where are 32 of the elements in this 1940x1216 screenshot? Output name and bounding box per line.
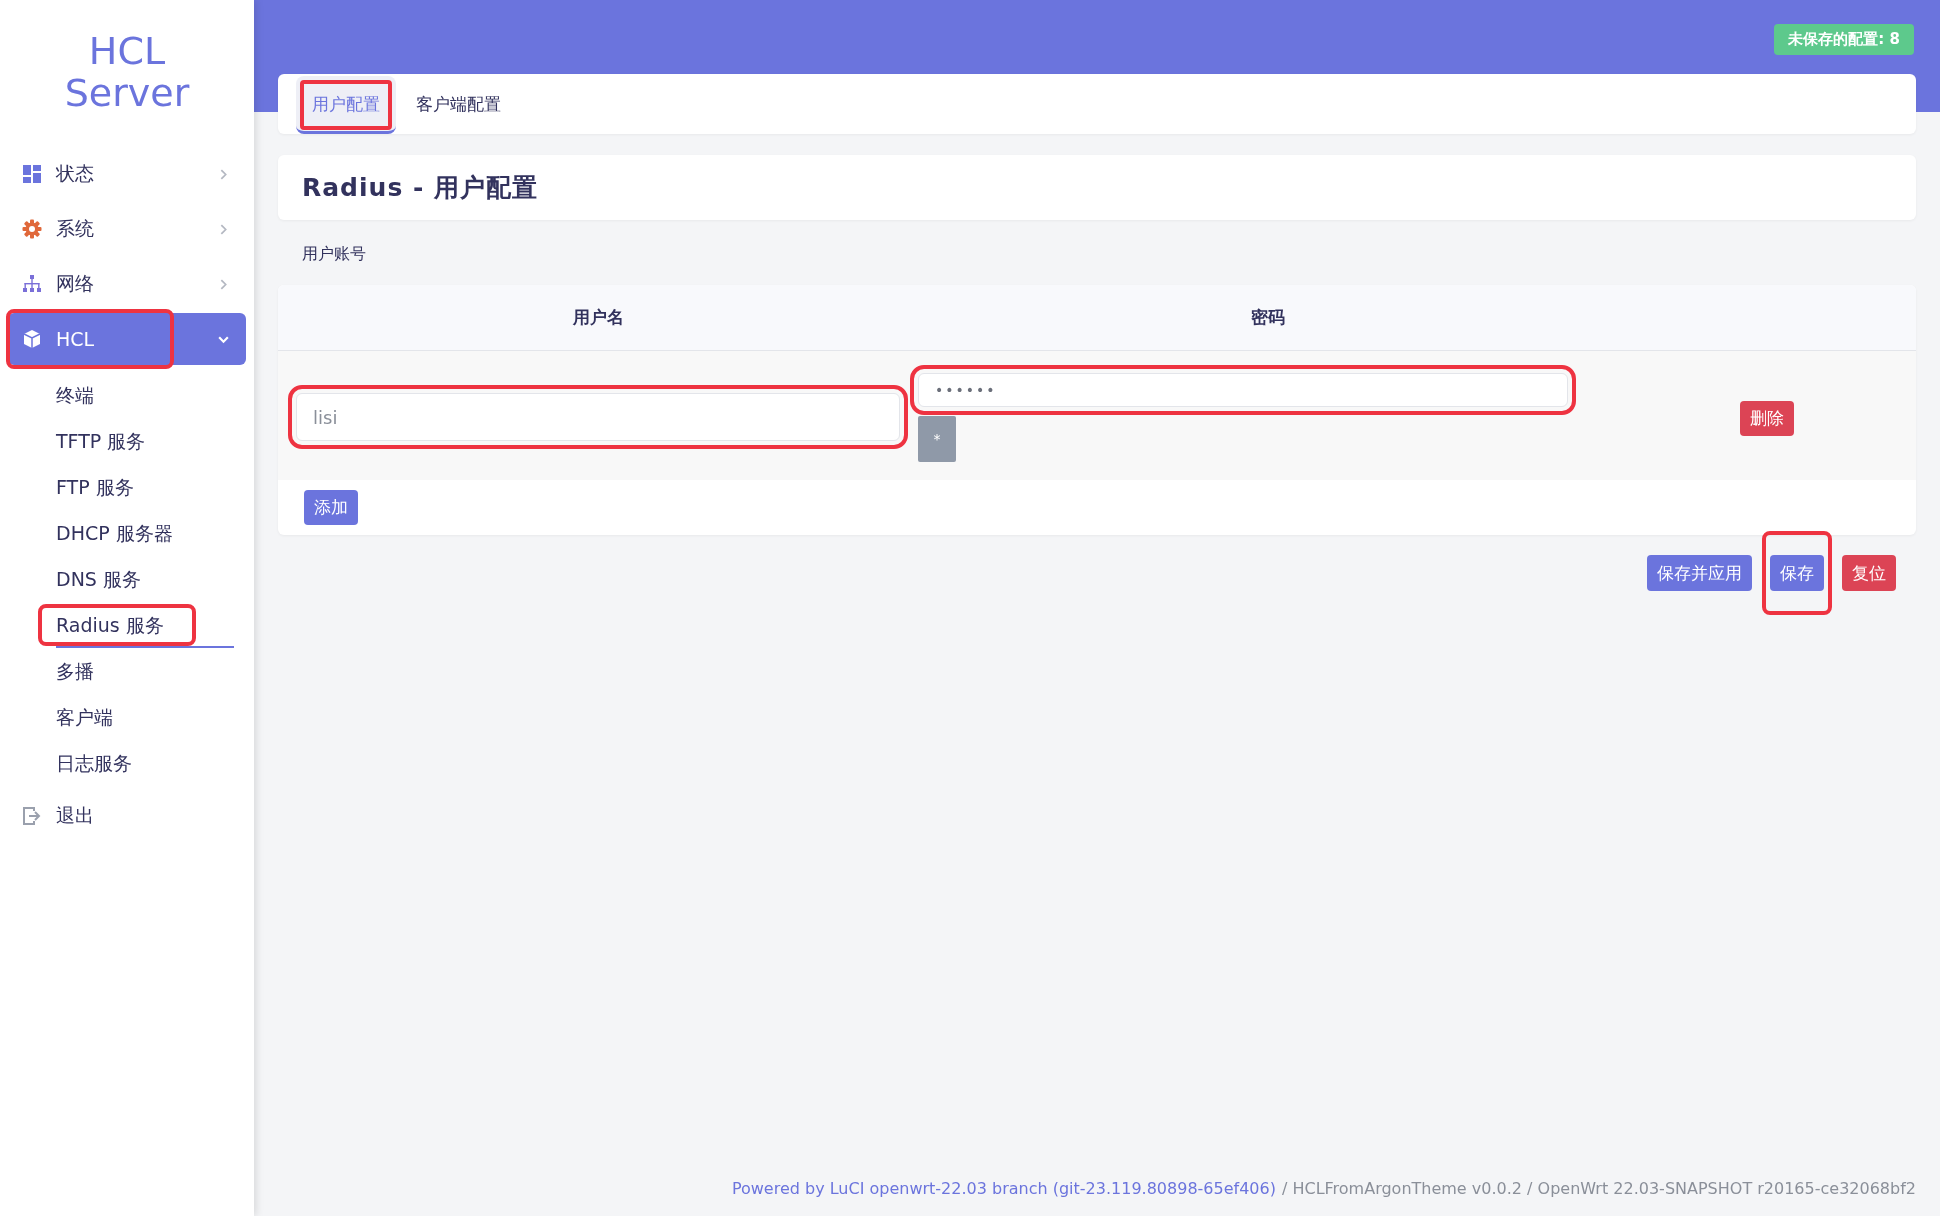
- dashboard-icon: [22, 164, 42, 184]
- action-button[interactable]: 保存并应用: [1647, 555, 1752, 591]
- submenu-item[interactable]: 日志服务: [56, 740, 234, 786]
- cube-icon: [22, 329, 42, 349]
- add-button[interactable]: 添加: [304, 490, 358, 525]
- sidebar-item[interactable]: 网络: [8, 258, 246, 310]
- submenu-item[interactable]: 多播: [56, 648, 234, 694]
- submenu-item[interactable]: DHCP 服务器: [56, 510, 234, 556]
- section-caption: 用户账号: [302, 244, 367, 265]
- network-icon: [22, 274, 42, 294]
- submenu-item[interactable]: TFTP 服务: [56, 418, 234, 464]
- gear-icon: [22, 219, 42, 239]
- submenu-item[interactable]: FTP 服务: [56, 464, 234, 510]
- delete-button[interactable]: 删除: [1740, 401, 1794, 436]
- column-header: 密码: [1250, 306, 1286, 329]
- sidebar-item[interactable]: 退出: [8, 790, 246, 842]
- tab[interactable]: 用户配置: [296, 76, 396, 134]
- tab[interactable]: 客户端配置: [400, 76, 517, 134]
- submenu-item[interactable]: 客户端: [56, 694, 234, 740]
- action-button[interactable]: 复位: [1842, 555, 1896, 591]
- section-title: Radius - 用户配置: [302, 172, 539, 204]
- logout-icon: [22, 806, 42, 826]
- sidebar-item[interactable]: 状态: [8, 148, 246, 200]
- column-header: 用户名: [571, 306, 625, 329]
- footer-text: / HCLFromArgonTheme v0.0.2 / OpenWrt 22.03-SNAPSHOT r20165-ce32068bf2: [1281, 1179, 1916, 1198]
- sidebar-item[interactable]: 系统: [8, 203, 246, 255]
- footer-link[interactable]: Powered by LuCI openwrt-22.03 branch (git-23.119.80898-65ef406): [731, 1179, 1276, 1198]
- submenu-item[interactable]: DNS 服务: [56, 556, 234, 602]
- submenu-item[interactable]: 终端: [56, 372, 234, 418]
- submenu-item[interactable]: Radius 服务: [56, 602, 234, 648]
- action-button[interactable]: 保存: [1770, 555, 1824, 591]
- brand-title: HCL Server: [63, 30, 191, 114]
